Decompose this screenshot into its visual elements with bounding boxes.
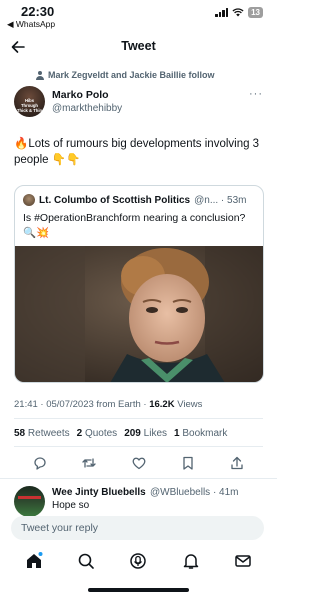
likes-label: Likes: [143, 428, 168, 439]
home-icon[interactable]: [25, 552, 43, 570]
likes-stat[interactable]: 209 Likes: [124, 428, 167, 439]
quoted-author-handle: @n... · 53m: [194, 194, 247, 206]
social-context-text: Mark Zegveldt and Jackie Baillie follow: [48, 70, 215, 80]
tweet-meta: 21:41 · 05/07/2023 from Earth · 16.2K Vi…: [14, 399, 202, 410]
avatar-text: Hibs Through Thick & Thin: [16, 98, 43, 113]
bottom-nav: [0, 546, 277, 576]
battery-indicator: 13: [248, 7, 263, 18]
more-options-icon[interactable]: ···: [249, 88, 263, 100]
reply-author-handle[interactable]: @WBluebells · 41m: [150, 487, 239, 498]
bookmarks-label: Bookmark: [182, 428, 228, 439]
quotes-count: 2: [76, 428, 83, 439]
search-icon[interactable]: [77, 552, 95, 570]
quotes-stat[interactable]: 2 Quotes: [77, 428, 118, 439]
reply-author-name[interactable]: Wee Jinty Bluebells: [52, 487, 146, 498]
quoted-tweet-text: Is #OperationBranchform nearing a conclu…: [23, 212, 246, 239]
bookmarks-count: 1: [174, 428, 180, 439]
bookmark-icon[interactable]: [180, 455, 196, 471]
author-name[interactable]: Marko Polo: [52, 89, 109, 101]
bookmarks-stat[interactable]: 1 Bookmark: [174, 428, 227, 439]
reply-composer: [11, 516, 264, 540]
tweet-header: Tweet: [0, 32, 277, 62]
page-title: Tweet: [121, 39, 156, 53]
quoted-tweet-photo[interactable]: [15, 246, 263, 382]
retweets-count: 58: [14, 428, 26, 439]
person-icon: [36, 70, 44, 80]
reply-icon[interactable]: [32, 455, 48, 471]
home-indicator[interactable]: [88, 588, 189, 592]
reply-author-avatar[interactable]: [14, 486, 45, 517]
quoted-author-avatar: [23, 194, 35, 206]
divider: [14, 418, 263, 419]
divider: [0, 478, 277, 479]
quoted-tweet[interactable]: Lt. Columbo of Scottish Politics @n... ·…: [14, 185, 264, 383]
status-bar: 22:30 ◀ WhatsApp 13: [0, 0, 277, 32]
author-handle[interactable]: @markthehibby: [52, 103, 122, 114]
quotes-label: Quotes: [84, 428, 118, 439]
tweet-text: 🔥Lots of rumours big developments involv…: [14, 138, 260, 166]
likes-count: 209: [124, 428, 141, 439]
system-icons: 13: [215, 7, 263, 18]
author-avatar[interactable]: Hibs Through Thick & Thin: [14, 86, 45, 117]
tweet-timestamp: 21:41 · 05/07/2023 from Earth ·: [14, 399, 150, 410]
divider: [14, 446, 263, 447]
wifi-icon: [232, 8, 244, 17]
back-to-app-link[interactable]: ◀ WhatsApp: [7, 19, 55, 30]
tweet-actions: [14, 455, 263, 475]
tweet-stats: 58 Retweets 2 Quotes 209 Likes 1 Bookmar…: [14, 428, 227, 439]
spaces-icon[interactable]: [129, 552, 147, 570]
retweet-icon[interactable]: [81, 455, 97, 471]
views-count: 16.2K: [149, 399, 175, 410]
social-context: Mark Zegveldt and Jackie Baillie follow: [36, 70, 215, 80]
reply-text: Hope so: [52, 500, 90, 511]
quoted-tweet-header: Lt. Columbo of Scottish Politics @n... ·…: [23, 194, 259, 206]
retweets-label: Retweets: [27, 428, 70, 439]
reply-input[interactable]: [11, 516, 264, 540]
messages-icon[interactable]: [234, 552, 252, 570]
notifications-icon[interactable]: [182, 552, 200, 570]
views-label: Views: [174, 399, 203, 410]
quoted-author-name: Lt. Columbo of Scottish Politics: [39, 194, 191, 206]
status-time: 22:30: [21, 4, 55, 19]
signal-icon: [215, 8, 229, 17]
share-icon[interactable]: [229, 455, 245, 471]
like-icon[interactable]: [131, 455, 147, 471]
retweets-stat[interactable]: 58 Retweets: [14, 428, 70, 439]
